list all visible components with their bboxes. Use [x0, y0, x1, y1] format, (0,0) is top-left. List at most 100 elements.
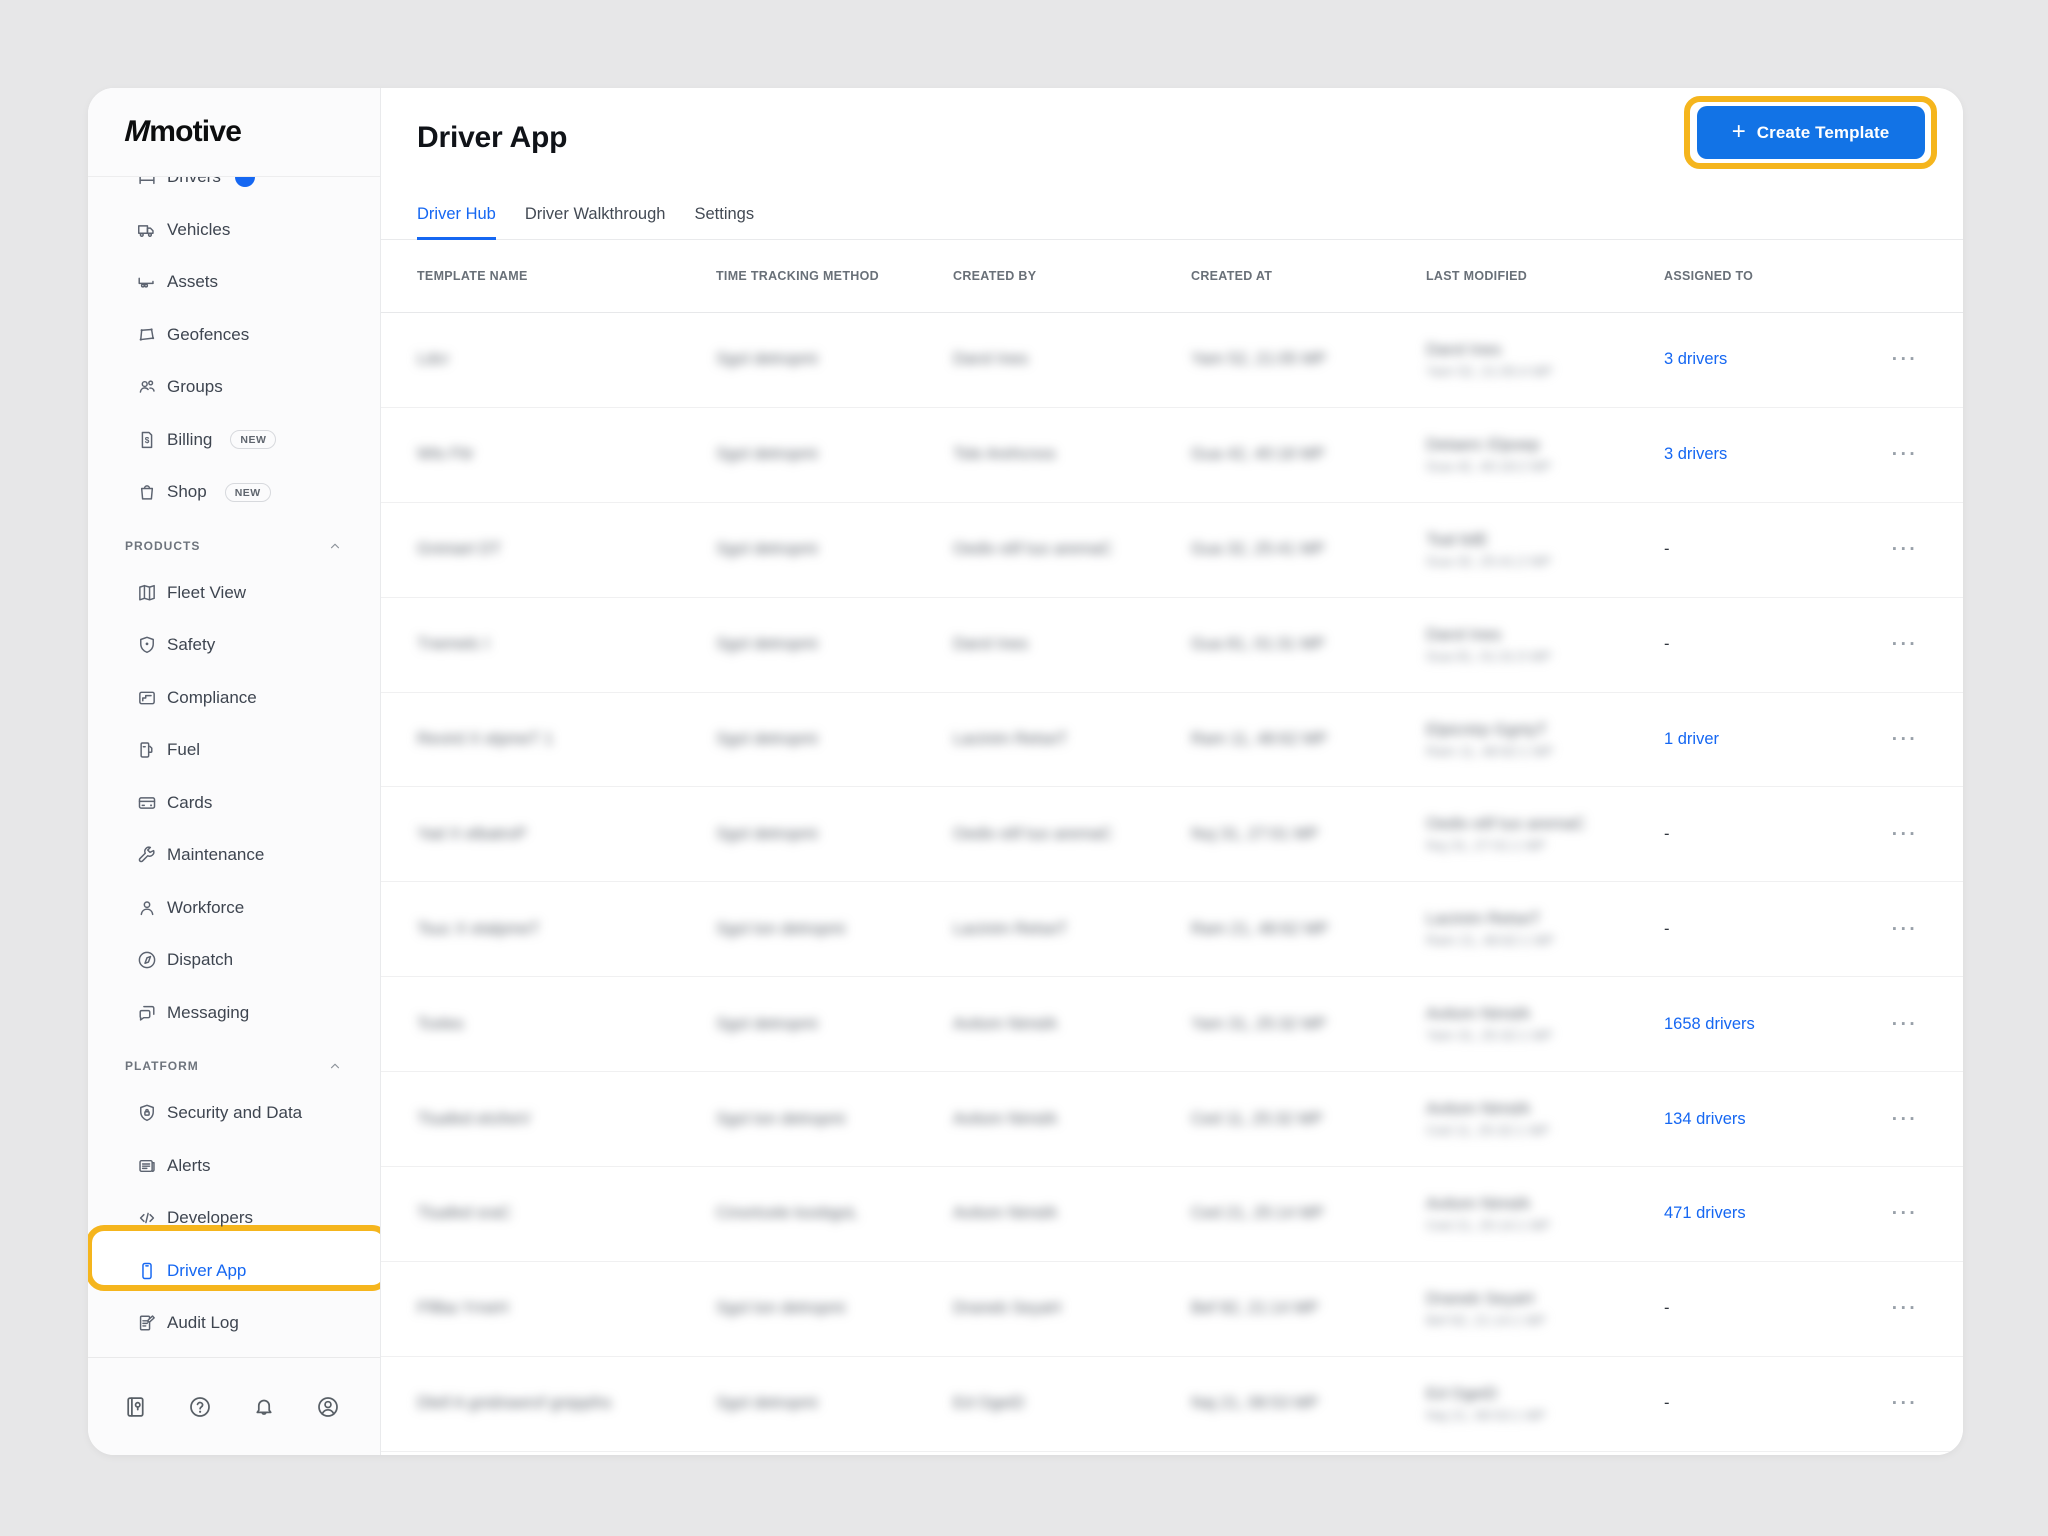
sidebar-item-security-and-data[interactable]: Security and Data [88, 1087, 380, 1140]
sidebar-item-driver-app[interactable]: Driver App [88, 1245, 380, 1298]
cell-created-by: Darol Ines [953, 350, 1029, 369]
row-menu-button[interactable]: ··· [1881, 1204, 1929, 1223]
cell-created-by: Lacinim RetseT [953, 919, 1068, 938]
assigned-drivers-link[interactable]: 3 drivers [1664, 445, 1727, 463]
row-menu-button[interactable]: ··· [1881, 1015, 1929, 1034]
cell-last-modified: Avitom NimdA Ced 21, 25:14:1 MP [1426, 1194, 1551, 1233]
row-menu-button[interactable]: ··· [1881, 1394, 1929, 1413]
cell-template-name: Dleif A gnidrawrof gnippihs [417, 1394, 612, 1413]
sidebar-item-geofences[interactable]: Geofences [88, 309, 380, 362]
tab-bar: Driver Hub Driver Walkthrough Settings [381, 180, 1963, 240]
row-menu-button[interactable]: ··· [1881, 635, 1929, 654]
cell-assigned-to: - [1664, 920, 1881, 939]
assigned-drivers-link[interactable]: 471 drivers [1664, 1204, 1746, 1222]
row-menu-button[interactable]: ··· [1881, 920, 1929, 939]
assigned-drivers-link[interactable]: 1658 drivers [1664, 1015, 1755, 1033]
create-template-button[interactable]: + Create Template [1696, 106, 1925, 159]
fleet-guide-icon[interactable] [123, 1394, 149, 1420]
cell-template-name: Tnemelc I [417, 635, 490, 654]
cell-time-tracking: Cinortcele koobgoL [716, 1204, 859, 1223]
sidebar-item-vehicles[interactable]: Vehicles [88, 204, 380, 257]
cell-created-at: Bef 82, 21:14 MP [1191, 1299, 1319, 1318]
sidebar-item-drivers[interactable]: Drivers [88, 177, 380, 204]
row-menu-button[interactable]: ··· [1881, 350, 1929, 369]
tab-settings[interactable]: Settings [694, 205, 754, 240]
sidebar-item-audit-log[interactable]: Audit Log [88, 1297, 380, 1350]
credit-card-icon [135, 791, 159, 815]
column-header-created-at[interactable]: CREATED AT [1191, 269, 1426, 283]
cell-last-modified: Lacinim RetseT Ram 21, 48:62:1 MP [1426, 910, 1555, 949]
cell-created-by: Avitom NimdA [953, 1014, 1058, 1033]
row-menu-button[interactable]: ··· [1881, 1110, 1929, 1129]
cell-time-tracking: Sgol ton detropmi [716, 919, 846, 938]
sidebar-item-fleet-view[interactable]: Fleet View [88, 567, 380, 620]
sidebar-item-billing[interactable]: $ Billing NEW [88, 414, 380, 467]
table-row: Revird X elpmeT 1 Sgol detropmi Lacinim … [381, 693, 1963, 788]
assigned-drivers-link[interactable]: 3 drivers [1664, 350, 1727, 368]
chevron-up-icon[interactable] [328, 1059, 342, 1073]
sidebar-item-cards[interactable]: Cards [88, 777, 380, 830]
cell-created-at: Gua 81, 01:31 MP [1191, 635, 1325, 654]
cell-created-by: Tsle Arehcnos [953, 445, 1056, 464]
assigned-none: - [1664, 824, 1670, 843]
cell-time-tracking: Sgol detropmi [716, 1014, 818, 1033]
cell-created-by: Ed OgeiD [953, 1394, 1025, 1413]
sidebar-item-fuel[interactable]: Fuel [88, 724, 380, 777]
person-icon [135, 896, 159, 920]
sidebar-item-safety[interactable]: Safety [88, 619, 380, 672]
table-row: Tsuc X etalpmeT Sgol ton detropmi Lacini… [381, 882, 1963, 978]
row-menu-button[interactable]: ··· [1881, 730, 1929, 749]
sidebar-item-groups[interactable]: Groups [88, 361, 380, 414]
assigned-drivers-link[interactable]: 1 driver [1664, 730, 1719, 748]
shopping-bag-icon [135, 480, 159, 504]
svg-text:$: $ [145, 436, 150, 445]
column-header-time-tracking-method[interactable]: TIME TRACKING METHOD [716, 269, 953, 283]
assigned-drivers-link[interactable]: 134 drivers [1664, 1110, 1746, 1128]
compliance-chart-icon [135, 686, 159, 710]
sidebar-section-platform[interactable]: PLATFORM [88, 1039, 380, 1087]
sidebar-item-messaging[interactable]: Messaging [88, 987, 380, 1040]
user-circle-icon[interactable] [315, 1394, 341, 1420]
help-circle-icon[interactable] [187, 1394, 213, 1420]
chevron-up-icon[interactable] [328, 539, 342, 553]
sidebar-footer [88, 1357, 380, 1455]
cell-template-name: Tluafed elciheV [417, 1109, 531, 1128]
row-menu-button[interactable]: ··· [1881, 825, 1929, 844]
cell-created-at: Ram 21, 48:62 MP [1191, 919, 1329, 938]
cell-assigned-to: 1658 drivers [1664, 1015, 1881, 1034]
row-menu-button[interactable]: ··· [1881, 1299, 1929, 1318]
cell-created-at: Yam 31, 25:32 MP [1191, 1014, 1327, 1033]
cell-created-by: Oediv elif tuo aremaC [953, 540, 1113, 559]
motive-logo[interactable]: Mmotive [121, 115, 242, 149]
app-window: Mmotive Drivers Vehicles Assets Geofence… [88, 88, 1963, 1455]
bell-icon[interactable] [251, 1394, 277, 1420]
sidebar-item-dispatch[interactable]: Dispatch [88, 934, 380, 987]
sidebar-item-alerts[interactable]: Alerts [88, 1140, 380, 1193]
sidebar-item-developers[interactable]: Developers [88, 1192, 380, 1245]
sidebar-item-workforce[interactable]: Workforce [88, 882, 380, 935]
newspaper-icon [135, 1154, 159, 1178]
cell-time-tracking: Sgol ton detropmi [716, 1299, 846, 1318]
cell-template-name: Tsuc X etalpmeT [417, 919, 540, 938]
tab-driver-hub[interactable]: Driver Hub [417, 205, 496, 240]
tab-driver-walkthrough[interactable]: Driver Walkthrough [525, 205, 666, 240]
highlight-ring-create-template: + Create Template [1684, 96, 1937, 169]
cell-assigned-to: 471 drivers [1664, 1204, 1881, 1223]
new-badge: NEW [230, 430, 277, 450]
cell-last-modified: Tsal tidE Gua 32, 25:41:2 MP [1426, 530, 1552, 569]
row-menu-button[interactable]: ··· [1881, 540, 1929, 559]
column-header-template-name[interactable]: TEMPLATE NAME [417, 269, 716, 283]
cell-assigned-to: - [1664, 1299, 1881, 1318]
row-menu-button[interactable]: ··· [1881, 445, 1929, 464]
code-icon [135, 1206, 159, 1230]
sidebar-section-products[interactable]: PRODUCTS [88, 519, 380, 567]
sidebar-item-assets[interactable]: Assets [88, 256, 380, 309]
column-header-assigned-to[interactable]: ASSIGNED TO [1664, 269, 1881, 283]
cell-template-name: Ldcr [417, 350, 450, 369]
main-content: Driver App + Create Template Driver Hub … [381, 88, 1963, 1455]
column-header-created-by[interactable]: CREATED BY [953, 269, 1191, 283]
sidebar-item-shop[interactable]: Shop NEW [88, 466, 380, 519]
column-header-last-modified[interactable]: LAST MODIFIED [1426, 269, 1664, 283]
sidebar-item-maintenance[interactable]: Maintenance [88, 829, 380, 882]
sidebar-item-compliance[interactable]: Compliance [88, 672, 380, 725]
